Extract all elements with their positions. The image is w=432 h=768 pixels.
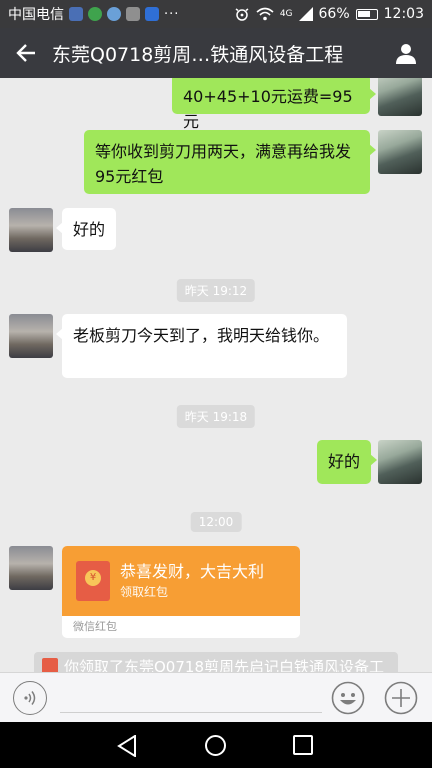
message-input[interactable] (60, 712, 322, 713)
timestamp: 昨天 19:18 (176, 405, 256, 428)
message-text: 好的 (73, 220, 106, 239)
message-text: 老板剪刀今天到了，我明天给钱你。 (73, 326, 330, 345)
message-text: 好的 (328, 452, 361, 471)
carrier-label: 中国电信 (8, 7, 64, 23)
message-notification-icon (145, 7, 159, 21)
wifi-icon (256, 7, 274, 21)
more-options-button[interactable] (384, 681, 418, 715)
red-envelope-icon (42, 658, 58, 672)
nav-recent-apps-icon[interactable] (293, 735, 313, 755)
weather-notification-icon (107, 7, 121, 21)
back-arrow-icon (16, 44, 35, 62)
more-notifications-icon: ··· (164, 6, 180, 22)
nav-back-icon[interactable] (117, 735, 137, 757)
status-bar: 中国电信 ··· 4G 66% 12:03 (0, 0, 432, 28)
message-text: 等你收到剪刀用两天，满意再给我发95元红包 (95, 142, 352, 186)
system-notice: 你领取了东莞Q0718剪周先启记白铁通风设备工 (34, 652, 398, 672)
red-envelope-icon (76, 561, 110, 601)
system-notice-text: 你领取了东莞Q0718剪周先启记白铁通风设备工 (64, 658, 384, 672)
voice-icon (24, 691, 36, 705)
person-icon (396, 44, 416, 64)
chat-area[interactable]: 40+45+10元运费=95元 等你收到剪刀用两天，满意再给我发95元红包 好的… (0, 78, 432, 672)
timestamp: 12:00 (190, 512, 242, 532)
emoji-button[interactable] (331, 681, 365, 715)
image-notification-icon (126, 7, 140, 21)
clock: 12:03 (383, 6, 424, 22)
voice-input-button[interactable] (13, 681, 47, 715)
chat-title: 东莞Q0718剪周…铁通风设备工程 (52, 43, 344, 66)
contact-avatar[interactable] (9, 546, 53, 590)
battery-percent: 66% (318, 6, 350, 22)
browser-notification-icon (88, 7, 102, 21)
app-notification-icon (69, 7, 83, 21)
signal-icon (298, 7, 313, 21)
input-bar (0, 672, 432, 722)
chat-info-button[interactable] (380, 28, 432, 78)
contact-avatar[interactable] (9, 314, 53, 358)
message-bubble-sent[interactable]: 好的 (317, 440, 378, 484)
system-navigation-bar (0, 722, 432, 768)
red-packet-brand: 微信红包 (73, 620, 117, 633)
message-bubble-received[interactable]: 好的 (55, 208, 117, 250)
my-avatar[interactable] (378, 130, 422, 174)
battery-icon (355, 8, 378, 20)
message-bubble-sent[interactable]: 等你收到剪刀用两天，满意再给我发95元红包 (84, 130, 376, 194)
message-text: 40+45+10元运费=95元 (183, 87, 353, 131)
network-type-label: 4G (279, 8, 293, 19)
back-button[interactable] (0, 28, 52, 78)
my-avatar[interactable] (378, 440, 422, 484)
alarm-icon (235, 8, 249, 21)
message-bubble-received[interactable]: 老板剪刀今天到了，我明天给钱你。 (56, 314, 347, 378)
contact-avatar[interactable] (9, 208, 53, 252)
message-bubble-sent[interactable]: 40+45+10元运费=95元 (172, 78, 376, 131)
nav-home-icon[interactable] (205, 735, 226, 756)
red-packet-greeting: 恭喜发财，大吉大利 (120, 562, 265, 581)
my-avatar[interactable] (378, 78, 422, 116)
red-packet-action: 领取红包 (120, 585, 169, 599)
red-packet-message[interactable]: 恭喜发财，大吉大利 领取红包 微信红包 (62, 546, 300, 638)
chat-header: 东莞Q0718剪周…铁通风设备工程 (0, 28, 432, 78)
timestamp: 昨天 19:12 (176, 279, 256, 302)
